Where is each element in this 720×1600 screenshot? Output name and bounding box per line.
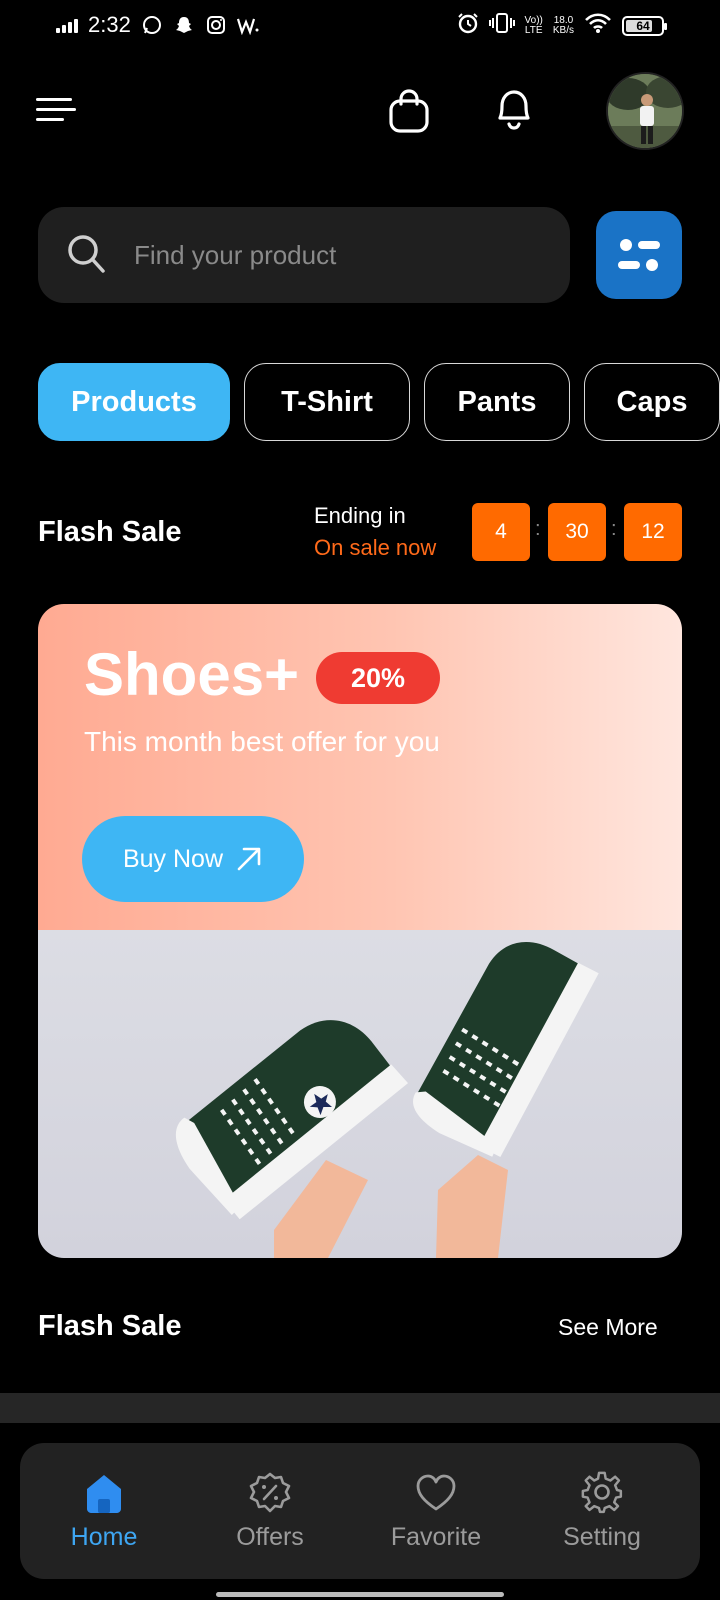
nav-favorite[interactable]: Favorite (366, 1471, 506, 1552)
bottom-navigation: Home Offers Favorite Setting (20, 1443, 700, 1579)
vibrate-icon (488, 12, 515, 39)
bag-icon[interactable] (388, 88, 430, 134)
bell-icon[interactable] (494, 86, 534, 134)
promo-subtitle: This month best offer for you (84, 726, 440, 757)
flash-sale-title: Flash Sale (38, 516, 182, 548)
network-lte-label: LTE (524, 24, 543, 36)
on-sale-status: On sale now (314, 535, 437, 560)
promo-title: Shoes+ (84, 641, 300, 708)
buy-now-label: Buy Now (122, 844, 224, 873)
status-bar-right: Vo)) LTE 18.0 KB/s 64 (457, 12, 667, 39)
nav-home-label: Home (70, 1523, 138, 1551)
gear-icon (581, 1471, 623, 1514)
chip-t-shirt[interactable]: T-Shirt (244, 363, 410, 441)
avatar[interactable] (606, 72, 684, 150)
home-icon (87, 1475, 121, 1513)
nav-setting[interactable]: Setting (532, 1471, 672, 1552)
status-bar: 2:32 Vo)) LTE 18.0 KB/s 64 (0, 0, 720, 56)
ending-in-label: Ending in (314, 503, 406, 528)
promo-banner[interactable]: Shoes+ 20% This month best offer for you… (38, 604, 682, 1258)
battery-level: 64 (636, 18, 650, 33)
product-list-edge (0, 1393, 720, 1423)
menu-icon[interactable] (36, 94, 76, 126)
signal-icon (56, 17, 78, 33)
wifi-icon (584, 12, 612, 39)
timer-seconds: 12 (624, 503, 682, 561)
battery-icon: 64 (622, 15, 667, 36)
status-bar-left: 2:32 (56, 12, 259, 38)
nav-offers-label: Offers (236, 1523, 304, 1551)
sneakers-image (38, 930, 682, 1258)
chip-caps[interactable]: Caps (584, 363, 720, 441)
see-more-link[interactable]: See More (558, 1314, 658, 1341)
timer-separator: : (611, 518, 617, 540)
arrow-up-right-icon (237, 847, 261, 871)
search-input[interactable] (134, 235, 534, 275)
buy-now-button[interactable]: Buy Now (82, 816, 304, 902)
flash-sale-section-title: Flash Sale (38, 1310, 182, 1342)
filter-icon (618, 239, 660, 271)
discount-badge-icon (249, 1472, 291, 1513)
timer-hours: 4 (472, 503, 530, 561)
snapchat-icon (173, 14, 195, 36)
home-indicator[interactable] (216, 1592, 504, 1597)
nav-favorite-label: Favorite (390, 1523, 482, 1551)
nav-home[interactable]: Home (34, 1471, 174, 1552)
status-time: 2:32 (88, 12, 131, 37)
category-chips: Products T-Shirt Pants Caps (38, 363, 720, 441)
network-speed: 18.0 KB/s (552, 15, 574, 36)
alarm-icon (457, 12, 479, 39)
chip-pants[interactable]: Pants (424, 363, 570, 441)
promo-banner-header: Shoes+ 20% This month best offer for you… (38, 604, 682, 930)
nav-setting-label: Setting (563, 1523, 641, 1551)
search-icon (66, 233, 106, 275)
filter-button[interactable] (596, 211, 682, 299)
w-icon (236, 14, 259, 36)
instagram-icon (205, 14, 227, 36)
discount-badge: 20% (316, 652, 440, 704)
chip-products[interactable]: Products (38, 363, 230, 441)
timer-separator: : (535, 518, 541, 540)
nav-offers[interactable]: Offers (200, 1471, 340, 1552)
heart-icon (416, 1474, 456, 1511)
whatsapp-icon (141, 14, 163, 36)
timer-minutes: 30 (548, 503, 606, 561)
network-type: Vo)) LTE (524, 15, 543, 36)
search-bar[interactable] (38, 207, 570, 303)
speed-unit: KB/s (552, 24, 574, 36)
